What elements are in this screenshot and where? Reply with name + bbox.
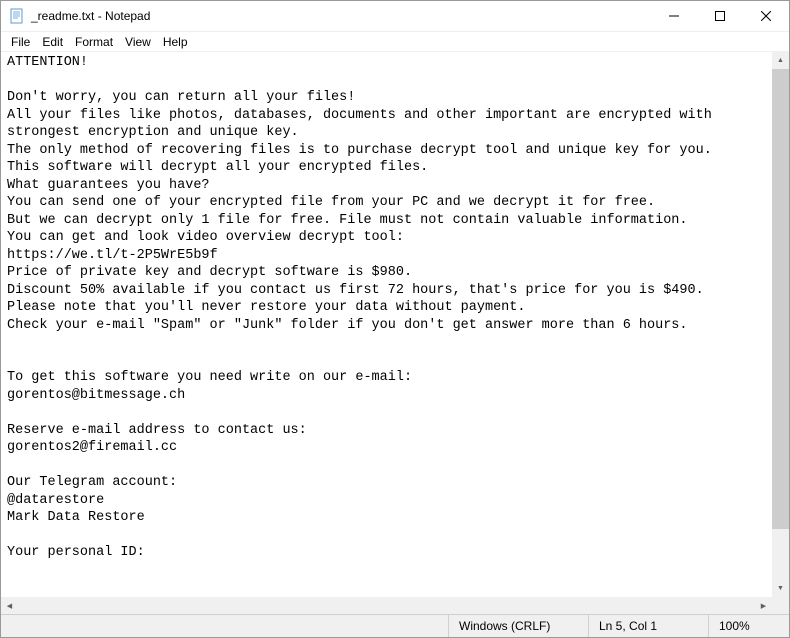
notepad-icon [9, 8, 25, 24]
content-wrapper: ATTENTION! Don't worry, you can return a… [1, 52, 789, 614]
scroll-down-icon[interactable]: ▼ [772, 580, 789, 597]
menubar: File Edit Format View Help [1, 32, 789, 52]
menu-edit[interactable]: Edit [36, 33, 69, 51]
menu-format[interactable]: Format [69, 33, 119, 51]
status-encoding: Windows (CRLF) [449, 615, 589, 637]
minimize-button[interactable] [651, 1, 697, 31]
scroll-up-icon[interactable]: ▲ [772, 52, 789, 69]
statusbar: Windows (CRLF) Ln 5, Col 1 100% [1, 614, 789, 637]
menu-file[interactable]: File [5, 33, 36, 51]
status-spacer [1, 615, 449, 637]
menu-view[interactable]: View [119, 33, 157, 51]
window-title: _readme.txt - Notepad [31, 9, 651, 23]
scroll-track-horizontal[interactable] [18, 597, 755, 614]
vertical-scrollbar[interactable]: ▲ ▼ [772, 52, 789, 597]
titlebar: _readme.txt - Notepad [1, 1, 789, 32]
maximize-button[interactable] [697, 1, 743, 31]
scroll-left-icon[interactable]: ◀ [1, 597, 18, 614]
text-editor[interactable]: ATTENTION! Don't worry, you can return a… [1, 52, 772, 597]
horizontal-scrollbar[interactable]: ◀ ▶ [1, 597, 772, 614]
close-button[interactable] [743, 1, 789, 31]
status-zoom: 100% [709, 615, 789, 637]
menu-help[interactable]: Help [157, 33, 194, 51]
scroll-thumb-vertical[interactable] [772, 69, 789, 529]
window-controls [651, 1, 789, 31]
notepad-window: _readme.txt - Notepad File Edit Format V… [0, 0, 790, 638]
scroll-right-icon[interactable]: ▶ [755, 597, 772, 614]
status-position: Ln 5, Col 1 [589, 615, 709, 637]
scroll-corner [772, 597, 789, 614]
scroll-track-vertical[interactable] [772, 69, 789, 580]
content-area: ATTENTION! Don't worry, you can return a… [1, 52, 772, 597]
